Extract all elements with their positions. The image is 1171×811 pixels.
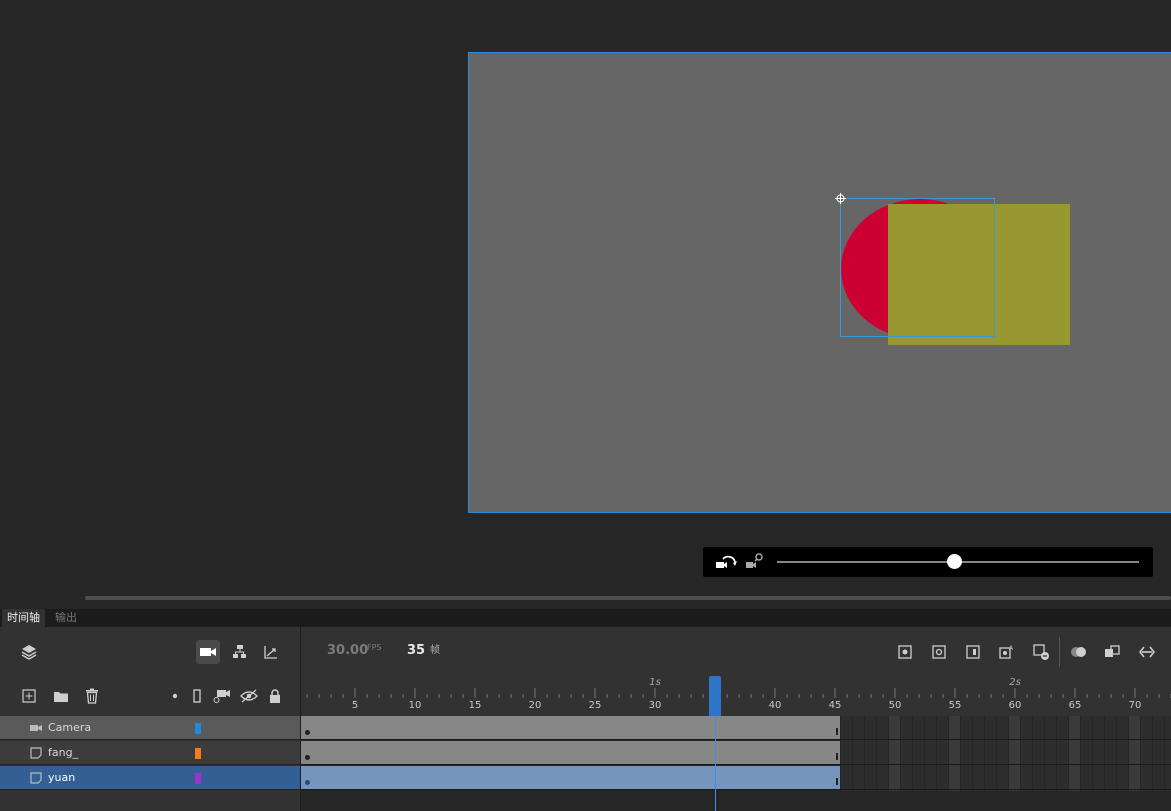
ruler-tick-label: 50 <box>888 700 902 711</box>
ruler-tick-label: 65 <box>1068 700 1082 711</box>
layer-color-swatch[interactable] <box>195 748 201 759</box>
layer-type-icon <box>30 772 42 784</box>
ruler-tick-label: 10 <box>408 700 422 711</box>
span-end-marker <box>836 728 838 735</box>
graph-icon[interactable] <box>260 641 282 663</box>
layer-row-camera[interactable]: Camera <box>0 716 300 740</box>
tab-timeline[interactable]: 时间轴 <box>2 609 45 627</box>
hierarchy-icon[interactable] <box>229 641 251 663</box>
ruler-tick-label: 55 <box>948 700 962 711</box>
keyframe-dot[interactable] <box>305 755 310 760</box>
camera-zoom-icon[interactable] <box>745 553 765 571</box>
outline-icon[interactable] <box>186 685 208 707</box>
ruler-tick-label: 15 <box>468 700 482 711</box>
ruler-second-label: 2s <box>1009 677 1021 688</box>
layer-color-swatch[interactable] <box>195 723 201 734</box>
ruler-ticks <box>306 688 1171 698</box>
remove-frame-icon[interactable] <box>1030 641 1052 663</box>
visibility-icon[interactable] <box>238 685 260 707</box>
classic-tween-icon[interactable]: A <box>996 641 1018 663</box>
toolbar-divider <box>1059 637 1060 667</box>
frame-row[interactable] <box>301 741 1171 765</box>
layer-type-icon <box>30 747 42 759</box>
ruler-tick-label: 45 <box>828 700 842 711</box>
edit-multiple-frames-icon[interactable] <box>1101 641 1123 663</box>
svg-text:A: A <box>1009 645 1014 652</box>
loop-icon[interactable] <box>1136 641 1158 663</box>
horizontal-scrollbar[interactable] <box>85 596 1171 600</box>
layer-row-yuan[interactable]: yuan <box>0 766 300 790</box>
keyframe-dot[interactable] <box>305 780 310 785</box>
delete-icon[interactable] <box>81 685 103 707</box>
current-frame-value[interactable]: 35 <box>407 643 425 658</box>
ruler-second-label: 1s <box>649 677 661 688</box>
ruler-tick-label: 60 <box>1008 700 1022 711</box>
panel-tab-bar: 时间轴 输出 <box>0 609 1171 627</box>
insert-blank-keyframe-icon[interactable] <box>928 641 950 663</box>
frame-grid[interactable] <box>301 716 1171 811</box>
ruler-tick-label: 25 <box>588 700 602 711</box>
lock-icon[interactable] <box>264 685 286 707</box>
camera-rotate-icon[interactable] <box>715 553 737 571</box>
layers-icon[interactable] <box>18 641 40 663</box>
insert-keyframe-icon[interactable] <box>894 641 916 663</box>
frame-row[interactable] <box>301 766 1171 790</box>
span-end-marker <box>836 753 838 760</box>
frame-span[interactable] <box>301 766 840 789</box>
ruler-tick-label: 70 <box>1128 700 1142 711</box>
layer-name[interactable]: fang_ <box>48 746 78 759</box>
selection-bounding-box <box>840 198 995 337</box>
tab-output[interactable]: 输出 <box>50 609 82 627</box>
layer-name[interactable]: yuan <box>48 771 75 784</box>
layer-row-fang[interactable]: fang_ <box>0 741 300 765</box>
insert-frame-icon[interactable] <box>962 641 984 663</box>
registration-point-icon <box>835 193 846 204</box>
layer-name[interactable]: Camera <box>48 721 91 734</box>
layer-color-swatch[interactable] <box>195 773 201 784</box>
attach-camera-icon[interactable] <box>211 685 233 707</box>
timeline-ruler[interactable]: 5101520253035404550556065701s2s <box>301 676 1171 716</box>
onion-skin-icon[interactable] <box>1068 641 1090 663</box>
layer-list: Camera fang_yuan <box>0 716 300 811</box>
frame-span[interactable] <box>301 716 840 739</box>
camera-control-bar <box>703 547 1153 577</box>
frame-span[interactable] <box>301 741 840 764</box>
camera-icon[interactable] <box>196 640 220 664</box>
ruler-tick-label: 20 <box>528 700 542 711</box>
ruler-tick-label: 40 <box>768 700 782 711</box>
camera-zoom-slider-thumb[interactable] <box>946 554 962 569</box>
frame-row[interactable] <box>301 716 1171 740</box>
span-end-marker <box>836 778 838 785</box>
dot-icon[interactable] <box>164 685 186 707</box>
fps-value[interactable]: 30.00 <box>327 643 368 658</box>
frame-unit-label: 帧 <box>430 645 440 656</box>
playhead[interactable] <box>709 676 721 716</box>
camera-layer-icon <box>30 722 42 734</box>
playhead-line <box>715 716 716 811</box>
keyframe-dot[interactable] <box>305 730 310 735</box>
fps-unit-label: FPS <box>367 643 382 652</box>
ruler-tick-label: 5 <box>351 700 359 711</box>
ruler-tick-label: 30 <box>648 700 662 711</box>
new-folder-icon[interactable] <box>50 685 72 707</box>
new-layer-icon[interactable] <box>18 685 40 707</box>
